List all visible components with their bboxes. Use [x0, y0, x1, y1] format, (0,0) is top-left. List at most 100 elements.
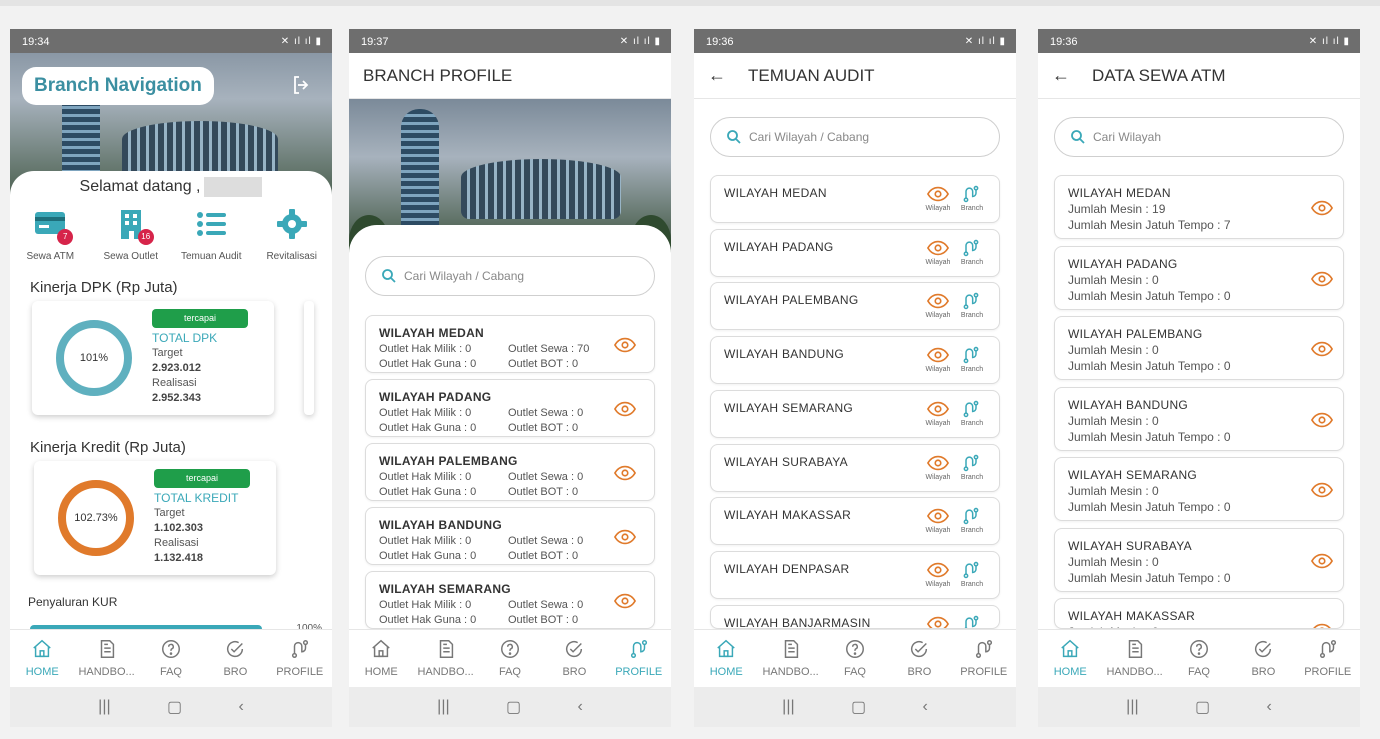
- branch-route-icon[interactable]: [961, 560, 981, 580]
- list-item[interactable]: WILAYAH SURABAYA Wilayah Branch: [710, 443, 1000, 492]
- region-name: WILAYAH MAKASSAR: [1068, 609, 1196, 623]
- eye-icon[interactable]: [614, 401, 636, 417]
- eye-icon[interactable]: [614, 593, 636, 609]
- branch-route-icon[interactable]: [961, 399, 981, 419]
- list-item[interactable]: WILAYAH BANDUNG Outlet Hak Milik : 0 Outl…: [365, 507, 655, 565]
- system-back-button[interactable]: ‹: [238, 698, 243, 716]
- nav-home[interactable]: HOME: [351, 638, 411, 678]
- eye-icon[interactable]: [927, 347, 949, 363]
- system-back-button[interactable]: ‹: [577, 698, 582, 716]
- list-item[interactable]: WILAYAH MEDAN Outlet Hak Milik : 0 Outlet…: [365, 315, 655, 373]
- branch-route-icon[interactable]: [961, 453, 981, 473]
- eye-icon[interactable]: [614, 337, 636, 353]
- list-item[interactable]: WILAYAH PALEMBANG Wilayah Branch: [710, 282, 1000, 331]
- eye-icon[interactable]: [1311, 412, 1333, 428]
- eye-icon[interactable]: [614, 529, 636, 545]
- nav-faq[interactable]: FAQ: [825, 638, 885, 678]
- system-home-button[interactable]: ▢: [506, 697, 521, 717]
- eye-icon[interactable]: [1311, 553, 1333, 569]
- nav-handbook[interactable]: HANDBO...: [77, 638, 137, 678]
- eye-icon[interactable]: [614, 465, 636, 481]
- eye-icon[interactable]: [927, 293, 949, 309]
- list-item[interactable]: WILAYAH MEDAN Wilayah Branch: [710, 175, 1000, 223]
- search-input[interactable]: Cari Wilayah: [1054, 117, 1344, 157]
- nav-bro[interactable]: BRO: [205, 638, 265, 678]
- nav-bro[interactable]: BRO: [889, 638, 949, 678]
- search-input[interactable]: Cari Wilayah / Cabang: [710, 117, 1000, 157]
- list-item[interactable]: WILAYAH MAKASSAR Jumlah Mesin : 0: [1054, 598, 1344, 629]
- system-home-button[interactable]: ▢: [851, 697, 866, 717]
- list-item[interactable]: WILAYAH PADANG Wilayah Branch: [710, 228, 1000, 277]
- nav-handbook[interactable]: HANDBO...: [1105, 638, 1165, 678]
- search-input[interactable]: Cari Wilayah / Cabang: [365, 256, 655, 296]
- nav-faq[interactable]: FAQ: [141, 638, 201, 678]
- eye-icon[interactable]: [927, 508, 949, 524]
- eye-icon[interactable]: [1311, 341, 1333, 357]
- list-item[interactable]: WILAYAH MEDAN Jumlah Mesin : 19 Jumlah M…: [1054, 175, 1344, 239]
- eye-icon[interactable]: [927, 186, 949, 202]
- eye-icon[interactable]: [1311, 271, 1333, 287]
- nav-home[interactable]: HOME: [1040, 638, 1100, 678]
- recents-button[interactable]: |||: [782, 698, 794, 716]
- list-item[interactable]: WILAYAH SEMARANG Jumlah Mesin : 0 Jumlah…: [1054, 457, 1344, 521]
- quick-sewa-atm[interactable]: 7 Sewa ATM: [14, 207, 86, 262]
- outlet-info-left: Outlet Hak Milik : 0 Outlet Hak Guna : 0: [379, 535, 477, 562]
- branch-route-icon[interactable]: [961, 238, 981, 258]
- nav-home[interactable]: HOME: [696, 638, 756, 678]
- branch-caption: Branch: [960, 527, 984, 535]
- nav-faq[interactable]: FAQ: [480, 638, 540, 678]
- list-item[interactable]: WILAYAH MAKASSAR Wilayah Branch: [710, 497, 1000, 546]
- nav-profile[interactable]: PROFILE: [1298, 638, 1358, 678]
- eye-icon[interactable]: [1311, 482, 1333, 498]
- dpk-card[interactable]: 101% tercapai TOTAL DPK Target 2.923.012…: [32, 301, 274, 415]
- check-circle-icon: [1255, 640, 1272, 658]
- nav-profile[interactable]: PROFILE: [270, 638, 330, 678]
- nav-handbook[interactable]: HANDBO...: [416, 638, 476, 678]
- list-item[interactable]: WILAYAH PALEMBANG Jumlah Mesin : 0 Jumla…: [1054, 316, 1344, 380]
- nav-profile[interactable]: PROFILE: [954, 638, 1014, 678]
- quick-sewa-outlet[interactable]: 16 Sewa Outlet: [95, 207, 167, 262]
- kredit-card[interactable]: 102.73% tercapai TOTAL KREDIT Target 1.1…: [34, 461, 276, 575]
- branch-route-icon[interactable]: [961, 506, 981, 526]
- system-home-button[interactable]: ▢: [167, 697, 182, 717]
- recents-button[interactable]: |||: [98, 698, 110, 716]
- list-item[interactable]: WILAYAH BANDUNG Wilayah Branch: [710, 336, 1000, 385]
- logout-icon[interactable]: [290, 73, 314, 97]
- nav-handbook[interactable]: HANDBO...: [761, 638, 821, 678]
- system-back-button[interactable]: ‹: [1266, 698, 1271, 716]
- list-item[interactable]: WILAYAH DENPASAR Wilayah Branch: [710, 550, 1000, 599]
- list-item[interactable]: WILAYAH PADANG Jumlah Mesin : 0 Jumlah M…: [1054, 245, 1344, 310]
- back-arrow-icon[interactable]: ←: [708, 65, 726, 86]
- recents-button[interactable]: |||: [437, 698, 449, 716]
- branch-route-icon[interactable]: [961, 291, 981, 311]
- list-item[interactable]: WILAYAH SEMARANG Wilayah Branch: [710, 389, 1000, 438]
- nav-bro[interactable]: BRO: [544, 638, 604, 678]
- eye-icon[interactable]: [927, 455, 949, 471]
- eye-icon[interactable]: [927, 240, 949, 256]
- eye-icon[interactable]: [1311, 200, 1333, 216]
- list-item[interactable]: WILAYAH PADANG Outlet Hak Milik : 0 Outle…: [365, 379, 655, 437]
- back-arrow-icon[interactable]: ←: [1052, 65, 1070, 86]
- branch-route-icon[interactable]: [961, 184, 981, 204]
- nav-faq[interactable]: FAQ: [1169, 638, 1229, 678]
- branch-route-icon[interactable]: [961, 345, 981, 365]
- list-item[interactable]: WILAYAH BANDUNG Jumlah Mesin : 0 Jumlah …: [1054, 386, 1344, 451]
- phone-screen-data-sewa-atm: 19:36 ✕ ıl ıl ▮ ← DATA SEWA ATM Cari Wil…: [1038, 29, 1360, 727]
- system-back-button[interactable]: ‹: [922, 698, 927, 716]
- list-item[interactable]: WILAYAH BANJARMASIN Wilayah Branch: [710, 604, 1000, 629]
- branch-route-icon[interactable]: [961, 614, 981, 629]
- page-header: ← DATA SEWA ATM: [1038, 53, 1360, 99]
- system-home-button[interactable]: ▢: [1195, 697, 1210, 717]
- quick-temuan-audit[interactable]: Temuan Audit: [175, 207, 247, 262]
- nav-bro[interactable]: BRO: [1233, 638, 1293, 678]
- quick-revitalisasi[interactable]: Revitalisasi: [256, 207, 328, 262]
- eye-icon[interactable]: [927, 562, 949, 578]
- nav-home[interactable]: HOME: [12, 638, 72, 678]
- list-item[interactable]: WILAYAH SEMARANG Outlet Hak Milik : 0 Out…: [365, 571, 655, 629]
- list-item[interactable]: WILAYAH PALEMBANG Outlet Hak Milik : 0 Ou…: [365, 443, 655, 501]
- nav-profile[interactable]: PROFILE: [609, 638, 669, 678]
- eye-icon[interactable]: [927, 401, 949, 417]
- eye-icon[interactable]: [927, 616, 949, 629]
- list-item[interactable]: WILAYAH SURABAYA Jumlah Mesin : 0 Jumlah…: [1054, 527, 1344, 592]
- recents-button[interactable]: |||: [1126, 698, 1138, 716]
